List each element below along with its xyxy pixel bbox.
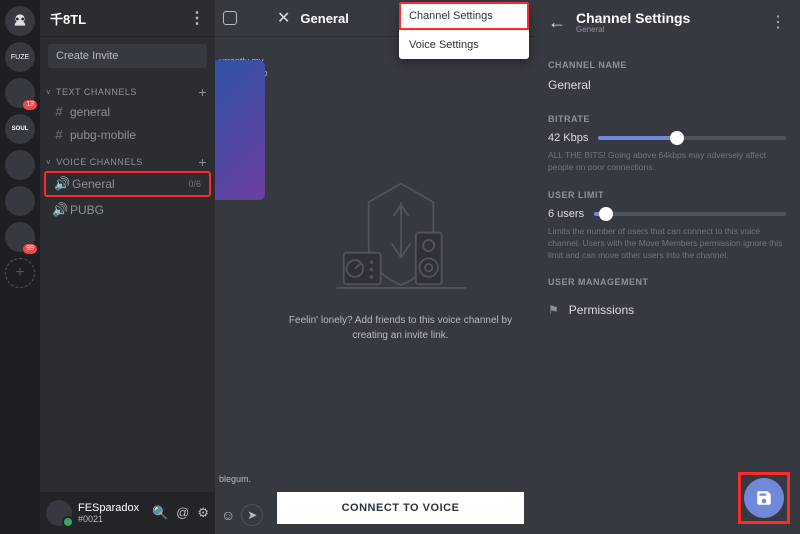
emoji-icon[interactable]: ☺ bbox=[221, 507, 235, 523]
save-button[interactable] bbox=[744, 478, 784, 518]
add-server-button[interactable]: + bbox=[5, 258, 35, 288]
permissions-row[interactable]: ⚑ Permissions bbox=[548, 295, 786, 325]
label-user-management: USER MANAGEMENT bbox=[548, 277, 786, 287]
user-limit-slider[interactable] bbox=[594, 212, 786, 216]
channel-name-value[interactable]: General bbox=[548, 78, 786, 92]
self-user-bar: FESparadox #0021 🔍 @ ⚙ bbox=[40, 492, 215, 534]
category-label: TEXT CHANNELS bbox=[56, 87, 137, 97]
label-user-limit: USER LIMIT bbox=[548, 190, 786, 200]
settings-gear-icon[interactable]: ⚙ bbox=[197, 505, 209, 521]
server-avatar[interactable]: 13 bbox=[5, 78, 35, 108]
voice-channel-pubg[interactable]: 🔊 PUBG bbox=[44, 199, 211, 221]
hash-icon: # bbox=[52, 127, 66, 142]
server-name: 千8TL bbox=[50, 9, 86, 28]
bitrate-value: 42 Kbps bbox=[548, 132, 588, 144]
empty-voice-illustration bbox=[326, 179, 476, 299]
server-badge: 13 bbox=[23, 100, 37, 110]
search-icon[interactable]: 🔍 bbox=[152, 505, 168, 521]
category-header-text[interactable]: ˅ TEXT CHANNELS + bbox=[40, 84, 215, 100]
server-rail: FUZE 13 SOUL 99 + bbox=[0, 0, 40, 534]
user-limit-hint: Limits the number of users that can conn… bbox=[548, 226, 786, 262]
menu-item-voice-settings[interactable]: Voice Settings bbox=[399, 30, 529, 59]
flag-icon: ⚑ bbox=[548, 303, 559, 317]
bitrate-slider[interactable] bbox=[598, 136, 786, 140]
server-avatar[interactable]: SOUL bbox=[5, 114, 35, 144]
settings-title: Channel Settings bbox=[576, 11, 690, 25]
category-label: VOICE CHANNELS bbox=[56, 157, 143, 167]
self-discriminator: #0021 bbox=[78, 514, 139, 524]
server-avatar[interactable]: 99 bbox=[5, 222, 35, 252]
text-channel-pubg-mobile[interactable]: # pubg-mobile bbox=[44, 124, 211, 145]
chat-snippet: blegum. bbox=[219, 474, 251, 484]
menu-item-channel-settings[interactable]: Channel Settings bbox=[399, 2, 529, 30]
channel-settings-panel: ← Channel Settings General ⋮ CHANNEL NAM… bbox=[534, 0, 800, 534]
add-channel-icon[interactable]: + bbox=[198, 84, 207, 100]
server-badge: 99 bbox=[23, 244, 37, 254]
permissions-label: Permissions bbox=[569, 303, 634, 317]
mentions-icon[interactable]: @ bbox=[176, 505, 189, 521]
chat-sliver: urrently my First y video's blegum. ☺ ➤ bbox=[215, 0, 267, 534]
channel-context-menu: Channel Settings Voice Settings bbox=[399, 2, 529, 59]
members-icon[interactable] bbox=[223, 11, 237, 25]
speaker-icon: 🔊 bbox=[54, 176, 68, 192]
server-avatar[interactable] bbox=[5, 186, 35, 216]
empty-state-message: Feelin' lonely? Add friends to this voic… bbox=[285, 313, 516, 343]
settings-subtitle: General bbox=[576, 25, 690, 34]
chevron-down-icon: ˅ bbox=[46, 158, 51, 167]
hash-icon: # bbox=[52, 104, 66, 119]
voice-channel-panel: ✕ General Channel Settings Voice Setting… bbox=[267, 0, 534, 534]
self-username: FESparadox bbox=[78, 503, 139, 514]
add-channel-icon[interactable]: + bbox=[198, 154, 207, 170]
server-label: SOUL bbox=[12, 126, 29, 132]
category-header-voice[interactable]: ˅ VOICE CHANNELS + bbox=[40, 154, 215, 170]
more-icon[interactable]: ⋮ bbox=[770, 12, 786, 32]
self-avatar[interactable] bbox=[46, 500, 72, 526]
text-channel-general[interactable]: # general bbox=[44, 101, 211, 122]
user-limit-value: 6 users bbox=[548, 208, 584, 220]
connect-to-voice-button[interactable]: CONNECT TO VOICE bbox=[277, 492, 524, 524]
save-highlight bbox=[738, 472, 790, 524]
chevron-down-icon: ˅ bbox=[46, 88, 51, 97]
voice-channel-title: General bbox=[300, 11, 348, 26]
server-avatar[interactable] bbox=[5, 150, 35, 180]
server-avatar[interactable]: FUZE bbox=[5, 42, 35, 72]
save-icon bbox=[755, 489, 773, 507]
close-icon[interactable]: ✕ bbox=[277, 8, 290, 28]
label-bitrate: BITRATE bbox=[548, 114, 786, 124]
channel-name: PUBG bbox=[70, 203, 104, 217]
channel-name: general bbox=[70, 105, 110, 119]
channel-list-panel: 千8TL ⋮ Create Invite ˅ TEXT CHANNELS + #… bbox=[40, 0, 215, 534]
bitrate-hint: ALL THE BITS! Going above 64kbps may adv… bbox=[548, 150, 786, 174]
speaker-icon: 🔊 bbox=[52, 202, 66, 218]
server-menu-icon[interactable]: ⋮ bbox=[189, 8, 205, 28]
home-button[interactable] bbox=[5, 6, 35, 36]
voice-user-count: 0/6 bbox=[188, 179, 201, 189]
server-label: FUZE bbox=[11, 54, 29, 61]
server-name-header[interactable]: 千8TL ⋮ bbox=[40, 0, 215, 36]
send-button[interactable]: ➤ bbox=[241, 504, 263, 526]
voice-channel-general[interactable]: 🔊 General 0/6 bbox=[44, 171, 211, 197]
label-channel-name: CHANNEL NAME bbox=[548, 60, 786, 70]
create-invite-button[interactable]: Create Invite bbox=[48, 44, 207, 68]
media-thumbnail[interactable] bbox=[215, 60, 265, 200]
back-icon[interactable]: ← bbox=[548, 12, 566, 33]
channel-name: pubg-mobile bbox=[70, 128, 136, 142]
channel-name: General bbox=[72, 177, 115, 191]
